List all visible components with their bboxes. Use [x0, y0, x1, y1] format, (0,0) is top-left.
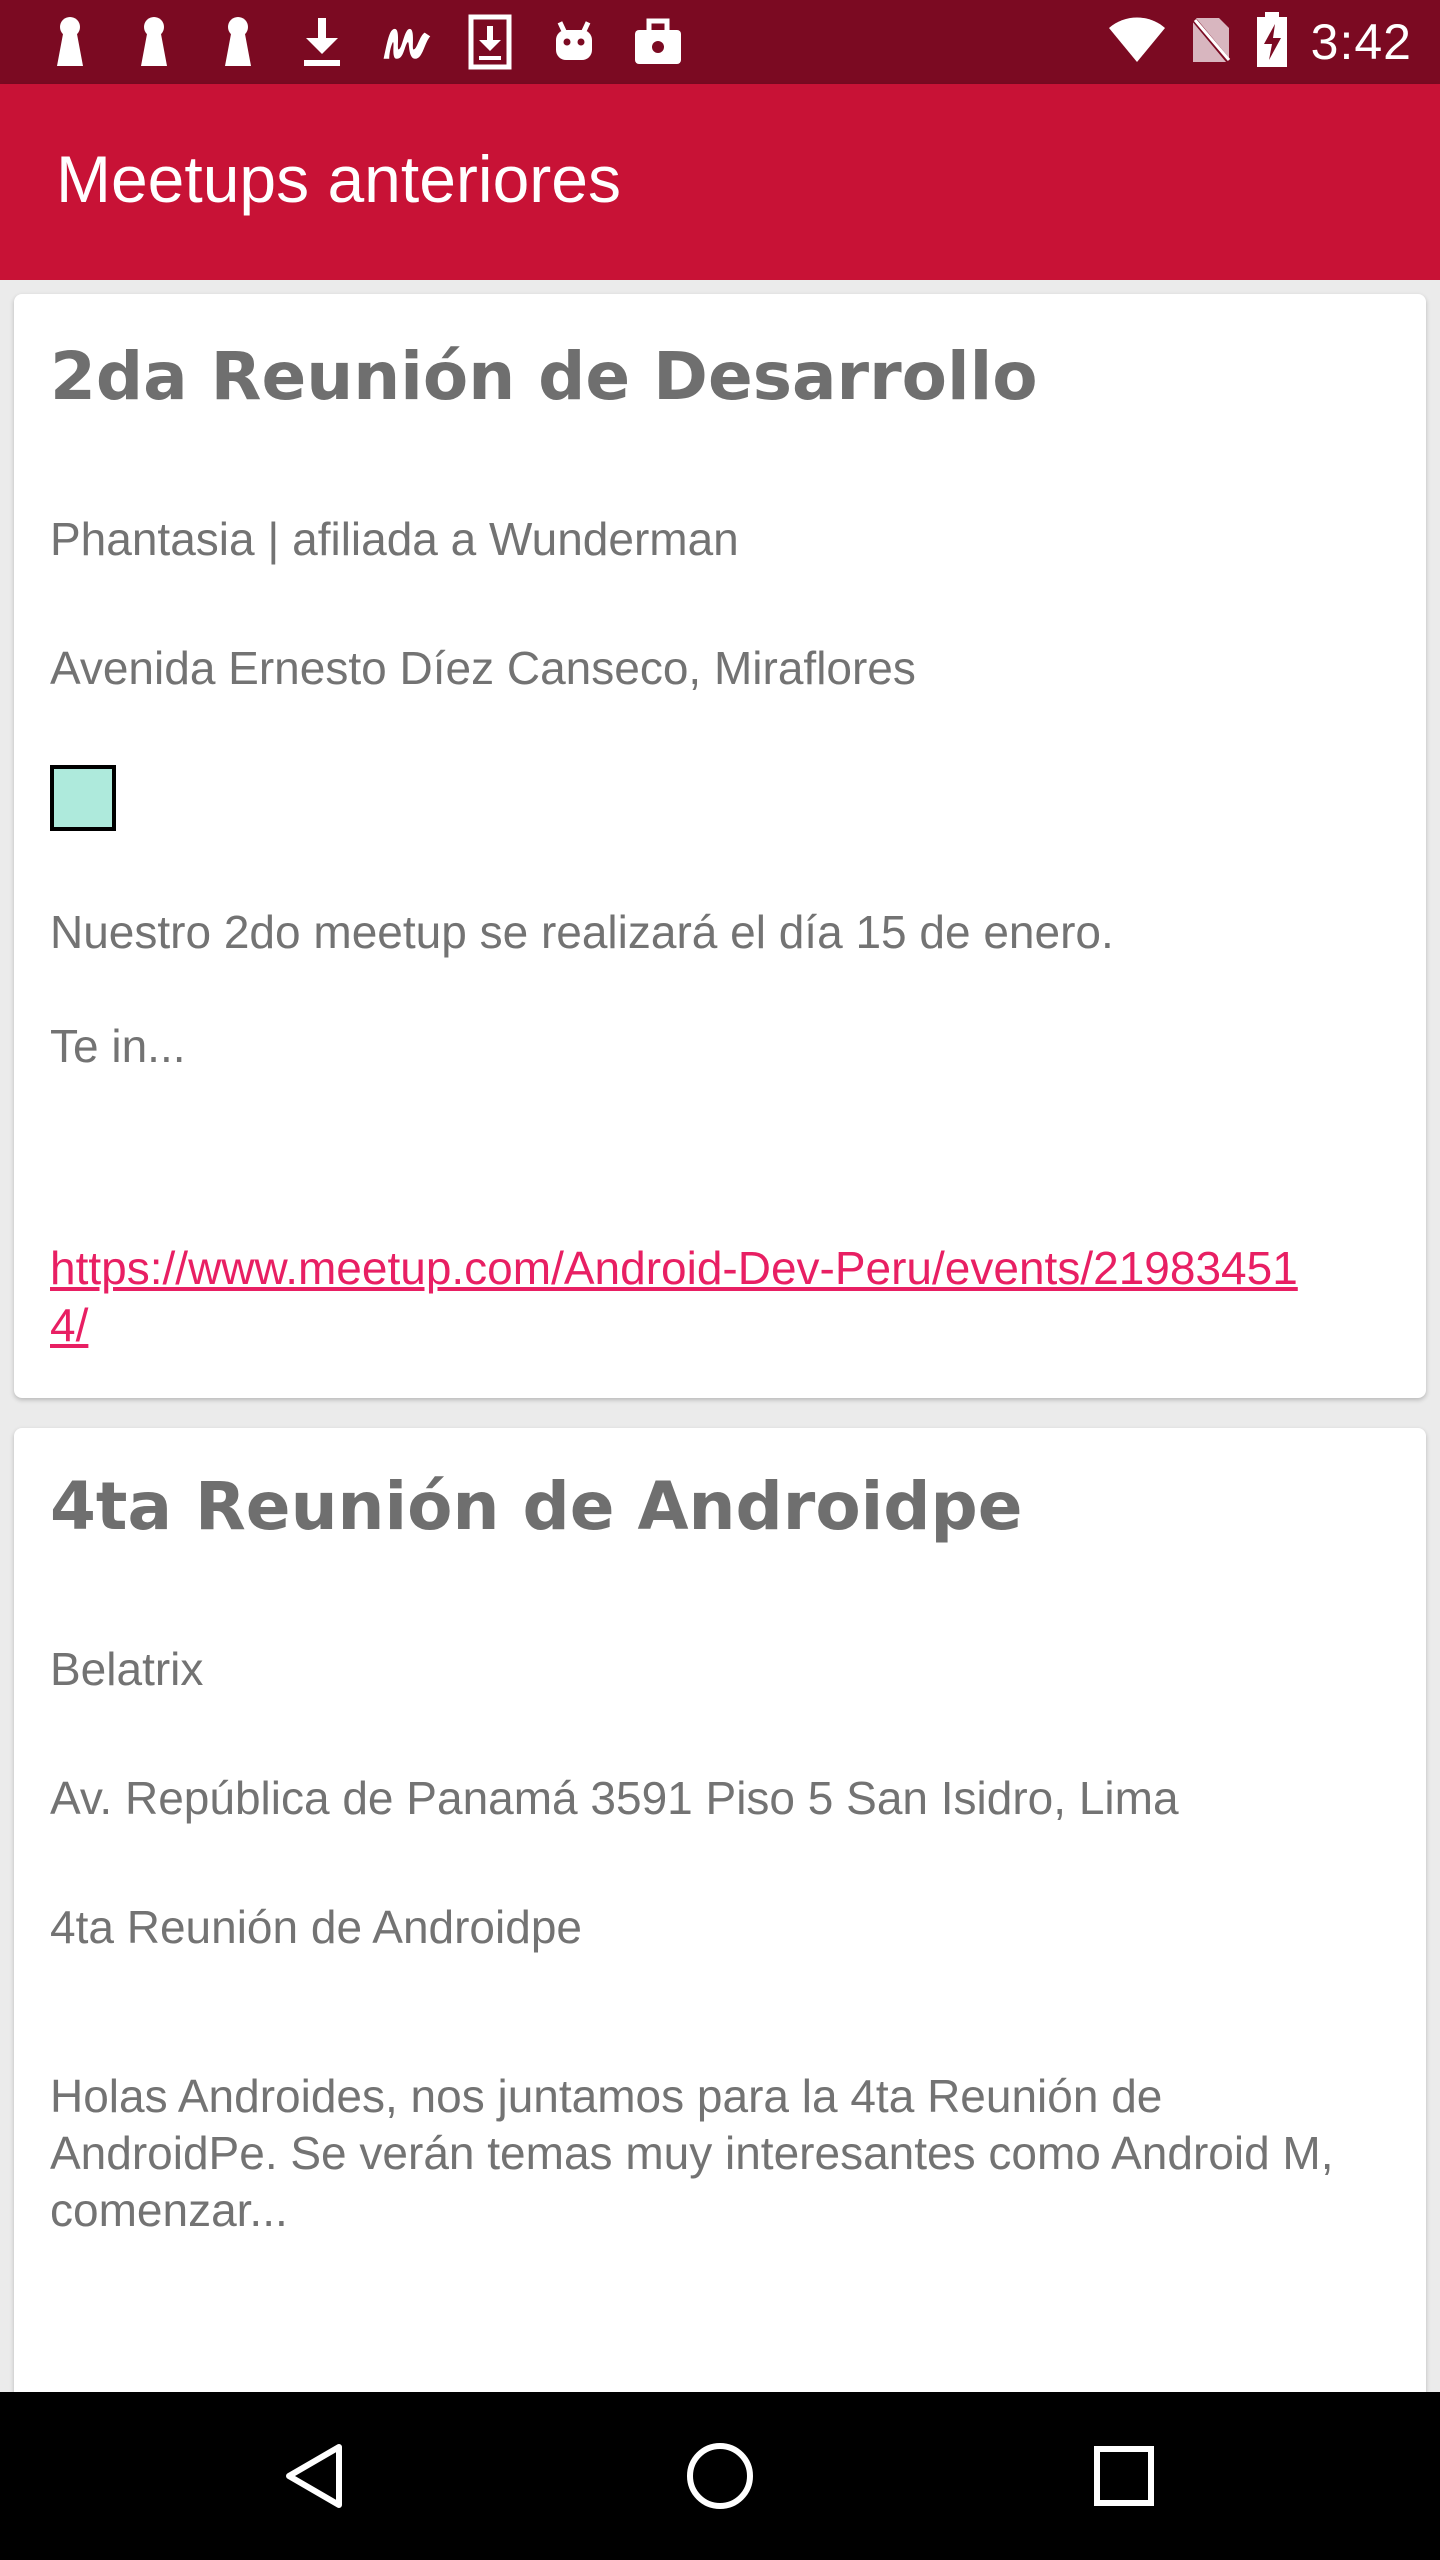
status-bar: 3:42	[0, 0, 1440, 84]
meetup-title: 4ta Reunión de Androidpe	[50, 1468, 1023, 1545]
android-icon	[546, 14, 602, 70]
meetup-address: Avenida Ernesto Díez Canseco, Miraflores	[50, 642, 916, 694]
meetup-description-more: Te in...	[50, 1020, 186, 1072]
meetup-venue: Belatrix	[50, 1643, 204, 1695]
meetup-link[interactable]: https://www.meetup.com/Android-Dev-Peru/…	[50, 1240, 1310, 1354]
app-bar: Meetups anteriores	[0, 84, 1440, 280]
meetup-list[interactable]: 2da Reunión de Desarrollo Phantasia | af…	[0, 280, 1440, 2392]
recents-icon	[1094, 2446, 1154, 2506]
meetup-card[interactable]: 2da Reunión de Desarrollo Phantasia | af…	[14, 294, 1426, 1398]
meetup-description: Nuestro 2do meetup se realizará el día 1…	[50, 906, 1114, 958]
battery-charging-icon	[1255, 11, 1289, 73]
meetup-description: Holas Androides, nos juntamos para la 4t…	[50, 2070, 1334, 2236]
meetup-venue: Phantasia | afiliada a Wunderman	[50, 513, 739, 565]
meetup-address: Av. República de Panamá 3591 Piso 5 San …	[50, 1772, 1179, 1824]
home-icon	[687, 2443, 753, 2509]
meetup-title: 2da Reunión de Desarrollo	[50, 338, 1038, 415]
meetup-image-thumbnail	[50, 765, 116, 831]
keyhole-icon	[42, 14, 98, 70]
clock: 3:42	[1310, 14, 1412, 70]
recents-button[interactable]	[1084, 2436, 1164, 2516]
wifi-icon	[1107, 16, 1167, 69]
meetup-card[interactable]: 4ta Reunión de Androidpe Belatrix Av. Re…	[14, 1428, 1426, 2392]
keyhole-icon	[126, 14, 182, 70]
system-icons: 3:42	[1107, 11, 1412, 73]
home-button[interactable]	[680, 2436, 760, 2516]
back-icon	[286, 2444, 342, 2508]
screen: 3:42 Meetups anteriores 2da Reunión de D…	[0, 0, 1440, 2560]
briefcase-icon	[630, 14, 686, 70]
meetup-icon	[378, 14, 434, 70]
keyhole-icon	[210, 14, 266, 70]
navigation-bar	[0, 2392, 1440, 2560]
download-box-icon	[462, 14, 518, 70]
download-icon	[294, 14, 350, 70]
notification-icons	[42, 14, 686, 70]
no-sim-icon	[1188, 13, 1233, 71]
page-title: Meetups anteriores	[56, 142, 621, 216]
back-button[interactable]	[276, 2436, 356, 2516]
meetup-subtitle: 4ta Reunión de Androidpe	[50, 1901, 582, 1953]
